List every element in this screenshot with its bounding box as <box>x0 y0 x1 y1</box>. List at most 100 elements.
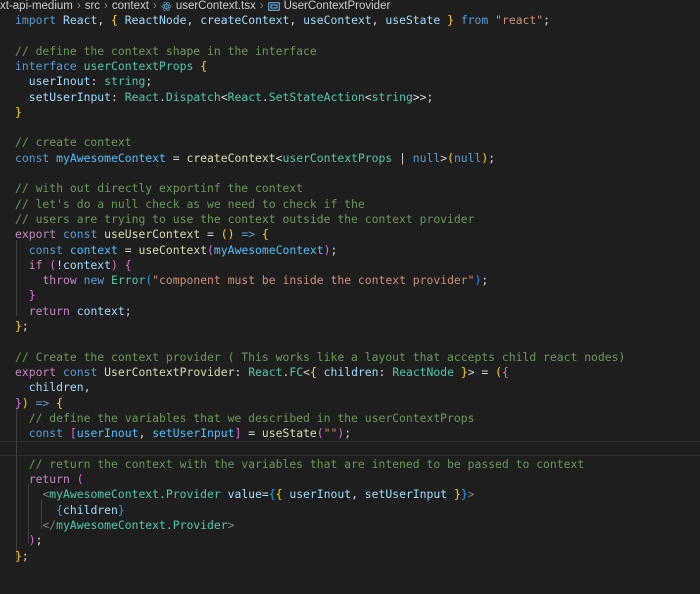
code-token: } <box>117 502 125 517</box>
code-token: import <box>15 13 57 27</box>
code-token: = <box>241 426 262 441</box>
breadcrumb-item-src[interactable]: src <box>85 0 100 12</box>
code-token: myAwesomeContext.Provider <box>49 487 221 502</box>
code-token: >>; <box>412 89 434 104</box>
code-line[interactable]: if (!context) { <box>15 258 132 273</box>
code-token: ( <box>207 242 214 257</box>
code-token: ReactNode <box>392 364 454 379</box>
code-token: ; <box>21 319 29 333</box>
code-token: } <box>15 319 22 333</box>
code-token: ; <box>145 74 153 89</box>
code-line[interactable]: const context = useContext(myAwesomeCont… <box>15 242 338 258</box>
code-token: => <box>241 227 256 242</box>
code-token: > = <box>467 364 496 379</box>
code-token: . <box>159 89 166 104</box>
code-token: setUserInput <box>152 426 235 441</box>
code-line[interactable]: </myAwesomeContext.Provider> <box>15 518 234 533</box>
code-token: { <box>200 58 208 73</box>
code-line[interactable]: }; <box>15 319 29 334</box>
code-token: React <box>63 13 98 27</box>
code-token: // create context <box>15 135 132 150</box>
code-token: // with out directly exportinf the conte… <box>15 181 304 196</box>
code-line[interactable]: interface userContextProps { <box>15 59 207 74</box>
code-token: , <box>371 13 386 27</box>
breadcrumb-item-project[interactable]: xt-api-medium <box>0 0 73 12</box>
code-token: myAwesomeContext <box>56 150 166 165</box>
code-line[interactable]: // users are trying to use the context o… <box>15 212 474 227</box>
code-token: } <box>453 487 461 502</box>
code-line[interactable]: // define the variables that we describe… <box>15 410 475 426</box>
code-token: return <box>28 472 70 486</box>
code-token: string <box>371 89 413 104</box>
code-line[interactable]: export const useUserContext = () => { <box>15 227 269 242</box>
code-token: </ <box>42 517 57 532</box>
code-line[interactable]: const [userInout, setUserInput] = useSta… <box>15 426 351 441</box>
code-token: } <box>460 487 468 502</box>
code-line[interactable]: setUserInput: React.Dispatch<React.SetSt… <box>15 89 434 105</box>
current-line-highlight <box>0 441 700 457</box>
code-line[interactable]: children, <box>15 380 91 395</box>
code-token: setUserInput <box>364 487 448 502</box>
code-line[interactable]: import React, { ReactNode, createContext… <box>15 13 550 28</box>
code-token: const <box>28 242 64 257</box>
code-line[interactable]: } <box>15 105 22 120</box>
code-line[interactable]: // Create the context provider ( This wo… <box>15 350 625 365</box>
code-token: string <box>104 74 146 89</box>
code-token: "" <box>323 426 338 441</box>
code-token: React <box>124 89 160 104</box>
code-token: < <box>303 364 310 379</box>
code-token: myAwesomeContext.Provider <box>56 517 228 532</box>
code-token: ; <box>543 13 550 27</box>
code-token: < <box>364 89 372 104</box>
code-token: UserContextProvider <box>104 364 235 379</box>
code-line[interactable]: return context; <box>15 304 132 319</box>
code-line[interactable]: // let's do a null check as we need to c… <box>15 197 365 212</box>
code-token: = <box>261 487 269 502</box>
code-line[interactable]: // with out directly exportinf the conte… <box>15 181 303 196</box>
code-line[interactable]: } <box>15 288 36 303</box>
code-token: from <box>460 13 489 27</box>
code-token: export <box>15 227 57 242</box>
code-token: React <box>227 89 262 104</box>
code-line[interactable]: <myAwesomeContext.Provider value={{ user… <box>15 487 474 502</box>
code-line[interactable]: // return the context with the variables… <box>15 457 584 472</box>
code-token: , <box>289 13 304 27</box>
code-token: const <box>28 426 64 441</box>
code-token: children <box>63 502 118 517</box>
breadcrumb-item-symbol[interactable]: UserContextProvider <box>284 0 391 12</box>
code-token: export <box>15 364 57 379</box>
code-line[interactable]: {children} <box>15 503 125 518</box>
code-line[interactable]: ); <box>15 533 43 548</box>
code-token: Dispatch <box>165 89 221 104</box>
code-token: if <box>28 257 43 272</box>
code-token: } <box>15 548 22 563</box>
breadcrumb-item-file[interactable]: userContext.tsx <box>176 0 256 12</box>
code-token: ) <box>111 257 118 272</box>
code-token: : <box>234 364 249 379</box>
code-token: // let's do a null check as we need to c… <box>15 196 365 211</box>
code-token: ( <box>447 150 454 165</box>
code-token: // define the variables that we describe… <box>28 410 475 425</box>
code-line[interactable]: }; <box>15 549 29 564</box>
code-line[interactable]: throw new Error("component must be insid… <box>15 273 488 288</box>
code-token: useUserContext <box>104 227 201 242</box>
code-line[interactable]: }) => { <box>15 396 63 411</box>
code-token: ( <box>495 364 502 379</box>
code-line[interactable]: const myAwesomeContext = createContext<u… <box>15 151 495 166</box>
code-token: ) <box>323 242 331 257</box>
code-line[interactable]: userInout: string; <box>15 74 152 89</box>
code-editor[interactable]: import React, { ReactNode, createContext… <box>0 12 700 594</box>
chevron-right-icon: › <box>76 0 81 12</box>
code-line[interactable]: // create context <box>15 135 132 150</box>
code-line[interactable]: // define the context shape in the inter… <box>15 44 317 59</box>
code-line[interactable]: export const UserContextProvider: React.… <box>15 365 509 380</box>
code-line[interactable]: return ( <box>15 472 84 487</box>
breadcrumb-item-context[interactable]: context <box>112 0 149 12</box>
